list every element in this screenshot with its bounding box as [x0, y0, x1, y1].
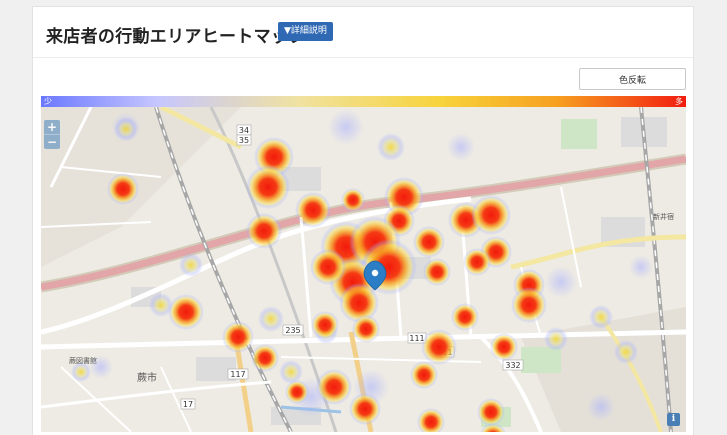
map-zoom-control: + −	[44, 120, 60, 149]
page-title: 来店者の行動エリアヒートマップ	[46, 27, 306, 47]
heatmap-card: 来店者の行動エリアヒートマップ ▼詳細説明 色反転 少 多 34 35 235 …	[32, 6, 694, 435]
heatmap-map[interactable]: 34 35 235 111 111	[41, 107, 686, 432]
heat-legend-bar: 少 多	[41, 96, 686, 107]
route-235-shield: 235	[282, 324, 304, 336]
shinden-label: 新井宿	[653, 212, 674, 221]
detail-explanation-button[interactable]: ▼詳細説明	[278, 22, 333, 41]
zoom-in-button[interactable]: +	[44, 120, 60, 134]
legend-high-label: 多	[675, 97, 683, 106]
svg-text:332: 332	[505, 361, 520, 370]
route-35-shield: 35	[236, 134, 252, 146]
route-17-shield: 17	[180, 398, 196, 410]
svg-text:35: 35	[239, 136, 249, 145]
svg-text:117: 117	[230, 370, 245, 379]
map-canvas: 34 35 235 111 111	[41, 107, 686, 432]
svg-text:17: 17	[183, 400, 193, 409]
svg-text:235: 235	[285, 326, 300, 335]
map-info-button[interactable]: i	[667, 413, 680, 426]
invert-colors-button[interactable]: 色反転	[579, 68, 686, 90]
route-34-shield: 34	[236, 124, 252, 136]
warabi-city-label: 蕨市	[137, 371, 157, 384]
legend-low-label: 少	[44, 97, 52, 106]
svg-text:34: 34	[239, 126, 249, 135]
route-117-shield: 117	[227, 368, 249, 380]
zoom-out-button[interactable]: −	[44, 134, 60, 149]
header-divider	[33, 57, 693, 58]
route-332-shield: 332	[502, 359, 524, 371]
